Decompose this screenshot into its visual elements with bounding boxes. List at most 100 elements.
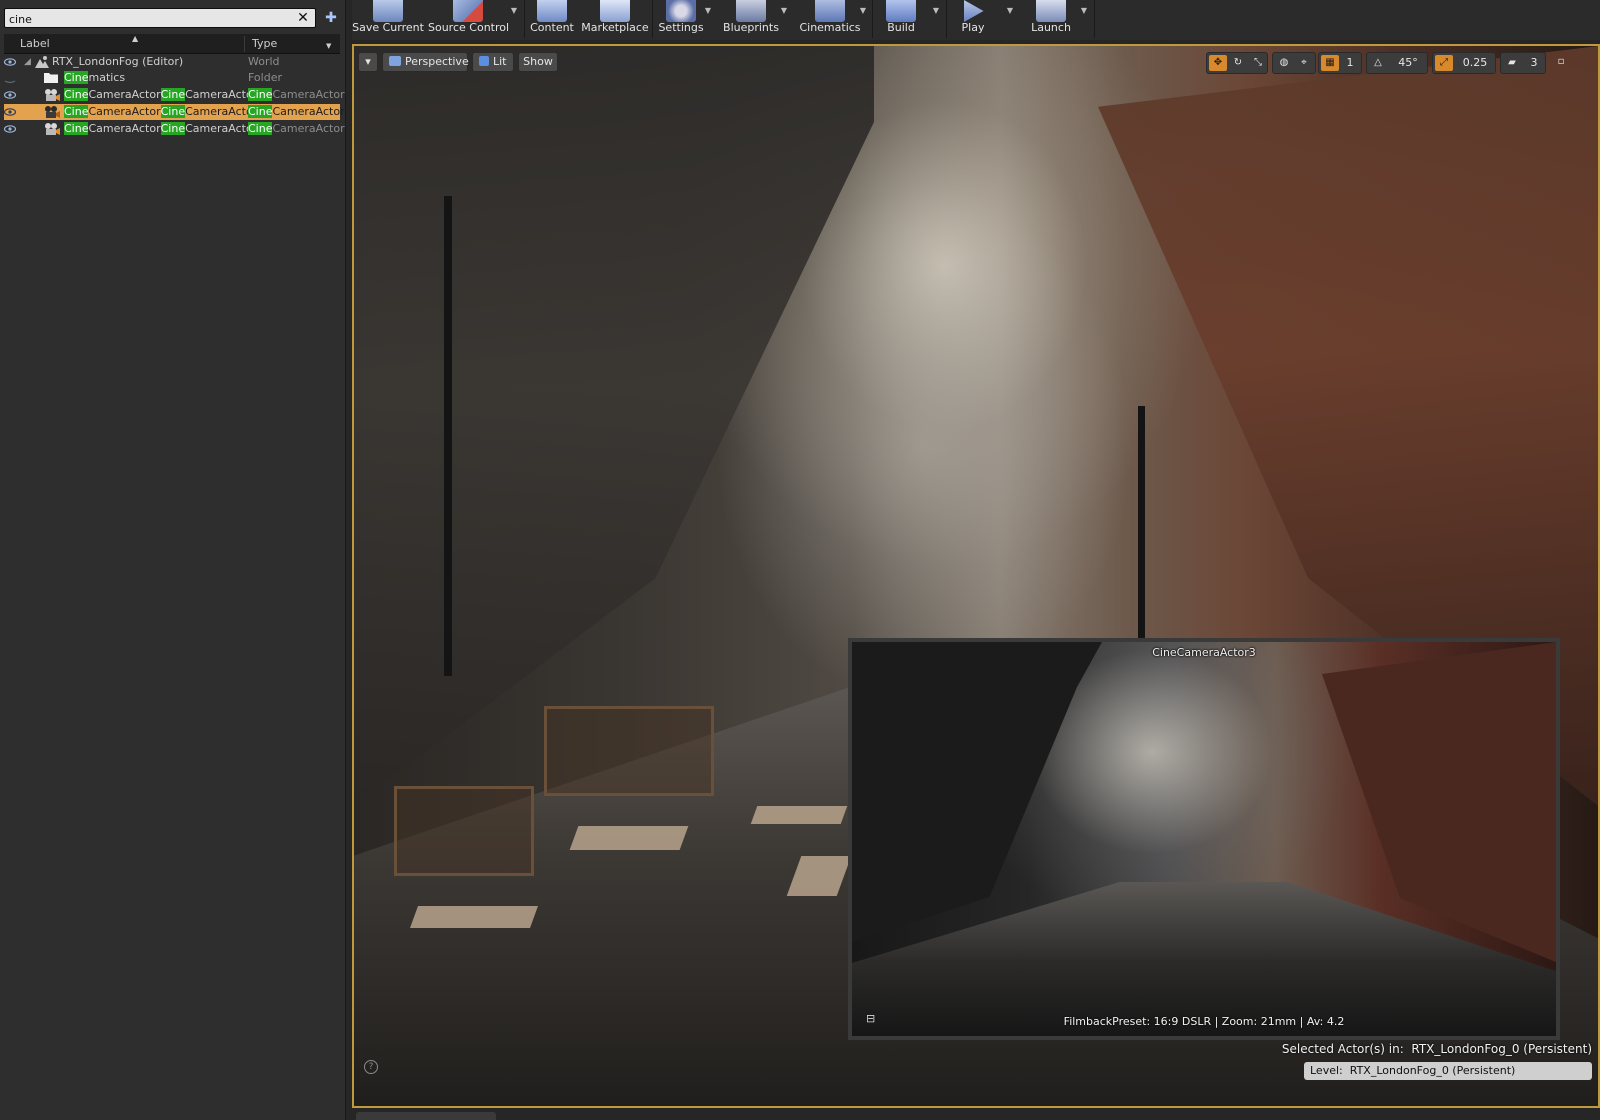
tree-row-world[interactable]: ◢ RTX_LondonFog (Editor) World	[4, 54, 340, 70]
row-label-part: CameraActor	[185, 122, 258, 135]
column-divider[interactable]	[244, 36, 245, 52]
pin-icon[interactable]: ✚	[322, 9, 340, 27]
tool-label: Save Current	[352, 21, 424, 34]
save-current-button[interactable]: Save Current	[352, 0, 424, 38]
row-type: Folder	[248, 71, 282, 84]
search-match-highlight: Cine	[64, 71, 89, 84]
surface-snapping-icon[interactable]: ⌖	[1295, 55, 1313, 71]
visibility-eye-icon[interactable]	[4, 123, 16, 135]
world-outliner-panel: ✕ ✚ Label ▲ Type ▼ ◢ RTX_LondonFog (Edit…	[0, 0, 346, 1120]
row-label: CineCameraActorCineCameraActor	[64, 121, 257, 137]
play-icon	[964, 0, 984, 22]
play-button[interactable]: Play	[948, 0, 998, 38]
newspaper	[750, 806, 848, 824]
chevron-down-icon[interactable]: ▾	[358, 52, 378, 72]
level-viewport[interactable]: ▾ Perspective Lit Show ✥ ↻ ⤡ ◍ ⌖ ▦ 1 △ 4…	[352, 44, 1600, 1108]
scale-snap-icon[interactable]: ⤢	[1435, 55, 1453, 71]
toolbar-separator	[524, 0, 525, 38]
cinematics-button[interactable]: Cinematics	[794, 0, 866, 38]
selected-actors-value: RTX_LondonFog_0 (Persistent)	[1411, 1042, 1592, 1056]
wooden-crate	[394, 786, 534, 876]
blueprints-dropdown[interactable]: ▼	[778, 0, 790, 38]
lit-icon	[479, 56, 489, 66]
settings-dropdown[interactable]: ▼	[702, 0, 714, 38]
preview-left-buildings	[852, 642, 1102, 942]
column-options-icon[interactable]: ▼	[326, 42, 331, 50]
build-button[interactable]: Build	[876, 0, 926, 38]
toolbar-separator	[652, 0, 653, 38]
tool-label: Settings	[658, 21, 704, 34]
row-type-rest: CameraActor	[272, 105, 345, 118]
world-coordinates-icon[interactable]: ◍	[1275, 55, 1293, 71]
expand-arrow-icon[interactable]: ◢	[24, 54, 31, 70]
grid-snap-icon[interactable]: ▦	[1321, 55, 1339, 71]
search-match-highlight: Cine	[248, 122, 273, 135]
settings-button[interactable]: Settings	[654, 0, 708, 38]
tool-label: Launch	[1031, 21, 1071, 34]
marketplace-button[interactable]: Marketplace	[580, 0, 650, 38]
help-icon[interactable]: ?	[364, 1060, 378, 1074]
lit-button[interactable]: Lit	[472, 52, 514, 72]
search-match-highlight: Cine	[64, 88, 89, 101]
outliner-search-box[interactable]: ✕	[4, 8, 316, 28]
play-dropdown[interactable]: ▼	[1004, 0, 1016, 38]
visibility-eye-icon[interactable]	[4, 89, 16, 101]
launch-button[interactable]: Launch	[1020, 0, 1082, 38]
bottom-panel-tab[interactable]	[356, 1112, 496, 1120]
scale-icon[interactable]: ⤡	[1249, 55, 1267, 71]
source-control-icon	[453, 0, 483, 22]
toolbar-separator	[872, 0, 873, 38]
camera-speed-group: ▰ 3	[1500, 52, 1546, 74]
rotate-icon[interactable]: ↻	[1229, 55, 1247, 71]
camera-actor-icon	[44, 122, 60, 136]
row-type-rest: CameraActor	[272, 122, 345, 135]
column-label-header[interactable]: Label	[20, 37, 50, 50]
visibility-eye-icon[interactable]	[4, 72, 16, 84]
source-control-dropdown[interactable]: ▼	[508, 0, 520, 38]
row-label-rest: matics	[88, 71, 126, 84]
scale-snap-group: ⤢ 0.25	[1432, 52, 1496, 74]
rotation-snap-icon[interactable]: △	[1369, 55, 1387, 71]
launch-dropdown[interactable]: ▼	[1078, 0, 1090, 38]
tree-row-folder-cinematics[interactable]: Cinematics Folder	[4, 70, 340, 86]
translate-icon[interactable]: ✥	[1209, 55, 1227, 71]
tree-row-cine-camera-actor[interactable]: CineCameraActorCineCameraActor CineCamer…	[4, 121, 345, 137]
selected-actors-info: Selected Actor(s) in: RTX_LondonFog_0 (P…	[1282, 1042, 1592, 1056]
source-control-button[interactable]: Source Control	[428, 0, 509, 38]
row-type: CineCameraActor	[248, 121, 345, 137]
tool-label: Cinematics	[799, 21, 861, 34]
camera-preview-title: CineCameraActor3	[1152, 646, 1256, 659]
search-match-highlight: Cine	[248, 88, 273, 101]
camera-speed-icon[interactable]: ▰	[1503, 55, 1521, 71]
tree-row-cine-camera-actor-selected[interactable]: CineCameraActorCineCameraActor CineCamer…	[4, 104, 345, 120]
perspective-button[interactable]: Perspective	[382, 52, 469, 72]
cinematics-icon	[815, 0, 845, 22]
cinematics-dropdown[interactable]: ▼	[857, 0, 869, 38]
maximize-viewport-icon[interactable]: ▫	[1552, 54, 1570, 70]
rotation-snap-group: △ 45°	[1366, 52, 1428, 74]
wooden-crate	[544, 706, 714, 796]
show-button[interactable]: Show	[518, 52, 558, 72]
build-dropdown[interactable]: ▼	[930, 0, 942, 38]
rotation-snap-value[interactable]: 45°	[1391, 55, 1425, 71]
content-button[interactable]: Content	[526, 0, 578, 38]
visibility-eye-icon[interactable]	[4, 56, 16, 68]
perspective-icon	[389, 56, 401, 66]
row-type: CineCameraActor	[248, 104, 345, 120]
blueprints-button[interactable]: Blueprints	[718, 0, 784, 38]
build-icon	[886, 0, 916, 22]
main-toolbar: Save Current Source Control ▼ Content Ma…	[352, 0, 1600, 40]
tree-row-cine-camera-actor[interactable]: CineCameraActorCineCameraActor CineCamer…	[4, 87, 345, 103]
grid-snap-value[interactable]: 1	[1341, 55, 1359, 71]
row-label: CineCameraActorCineCameraActor	[64, 104, 257, 120]
transform-mode-group: ✥ ↻ ⤡	[1206, 52, 1268, 74]
close-icon[interactable]: ✕	[295, 10, 311, 26]
perspective-label: Perspective	[405, 55, 469, 68]
camera-speed-value[interactable]: 3	[1525, 55, 1543, 71]
scale-snap-value[interactable]: 0.25	[1457, 55, 1493, 71]
outliner-search-input[interactable]	[9, 11, 289, 27]
visibility-eye-icon[interactable]	[4, 106, 16, 118]
row-label-part: CameraActor	[88, 88, 161, 101]
column-type-header[interactable]: Type	[252, 37, 277, 50]
row-type: World	[248, 55, 280, 68]
